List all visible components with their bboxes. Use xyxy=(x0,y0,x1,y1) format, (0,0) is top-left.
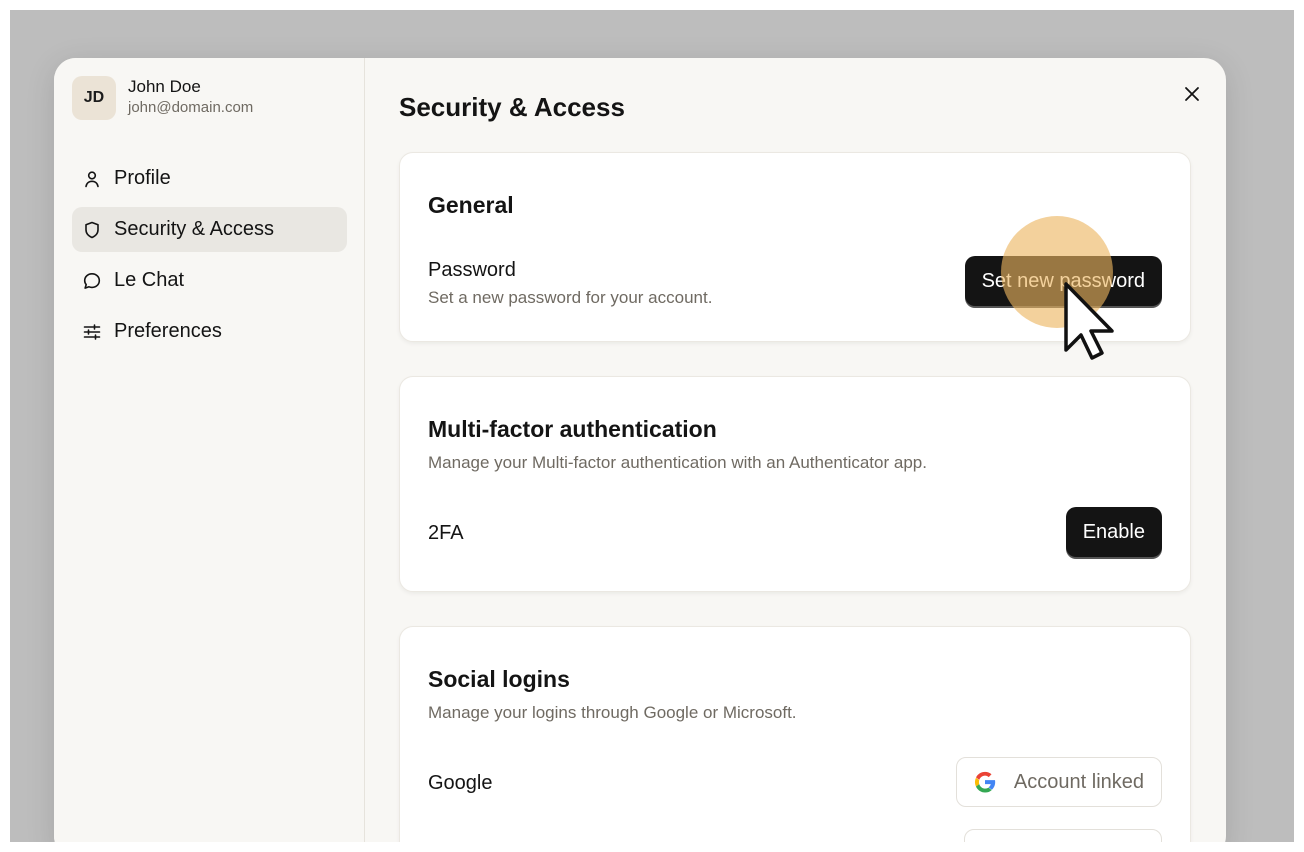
account-linked-label: Account linked xyxy=(1013,770,1144,793)
user-email: john@domain.com xyxy=(128,99,254,116)
sidebar-item-label: Security & Access xyxy=(114,218,275,240)
chat-bubble-icon xyxy=(83,272,101,289)
social-logins-card: Social logins Manage your logins through… xyxy=(399,626,1191,842)
settings-modal: JD John Doe john@domain.com Profile Secu… xyxy=(54,58,1226,842)
set-new-password-button[interactable]: Set new password xyxy=(964,256,1162,306)
sidebar-item-label: Profile xyxy=(114,167,171,189)
mfa-card: Multi-factor authentication Manage your … xyxy=(399,376,1191,592)
sidebar-item-profile[interactable]: Profile xyxy=(72,156,347,201)
password-label: Password xyxy=(428,259,516,281)
twofa-label: 2FA xyxy=(428,522,464,544)
overlay-backdrop[interactable]: JD John Doe john@domain.com Profile Secu… xyxy=(10,10,1294,842)
close-icon xyxy=(1185,87,1199,101)
sidebar-item-le-chat[interactable]: Le Chat xyxy=(72,258,347,303)
microsoft-account-button[interactable] xyxy=(964,829,1162,842)
settings-sidebar: JD John Doe john@domain.com Profile Secu… xyxy=(54,58,365,842)
page-title: Security & Access xyxy=(399,92,625,122)
general-card: General Password Set a new password for … xyxy=(399,152,1191,342)
user-name: John Doe xyxy=(128,77,201,96)
social-logins-description: Manage your logins through Google or Mic… xyxy=(428,703,797,722)
sidebar-item-label: Preferences xyxy=(114,320,222,342)
google-account-linked-button[interactable]: Account linked xyxy=(955,757,1162,807)
google-logo-icon xyxy=(974,771,996,793)
enable-2fa-button[interactable]: Enable xyxy=(1065,507,1162,557)
sidebar-item-security[interactable]: Security & Access xyxy=(72,207,347,252)
user-summary: JD John Doe john@domain.com xyxy=(72,76,253,120)
shield-icon xyxy=(85,221,99,238)
sidebar-item-preferences[interactable]: Preferences xyxy=(72,309,347,354)
user-info: John Doe john@domain.com xyxy=(128,77,253,119)
social-logins-title: Social logins xyxy=(428,666,570,692)
sliders-icon xyxy=(83,323,101,340)
close-button[interactable] xyxy=(1178,80,1206,108)
password-description: Set a new password for your account. xyxy=(428,288,713,307)
google-label: Google xyxy=(428,772,493,794)
avatar: JD xyxy=(72,76,116,120)
mfa-title: Multi-factor authentication xyxy=(428,416,717,442)
settings-content: Security & Access General Password Set a… xyxy=(365,58,1226,842)
sidebar-item-label: Le Chat xyxy=(114,269,185,291)
mfa-description: Manage your Multi-factor authentication … xyxy=(428,453,927,472)
sidebar-nav: Profile Security & Access Le Chat Prefer… xyxy=(72,156,347,360)
general-title: General xyxy=(428,192,514,218)
user-icon xyxy=(85,170,99,187)
